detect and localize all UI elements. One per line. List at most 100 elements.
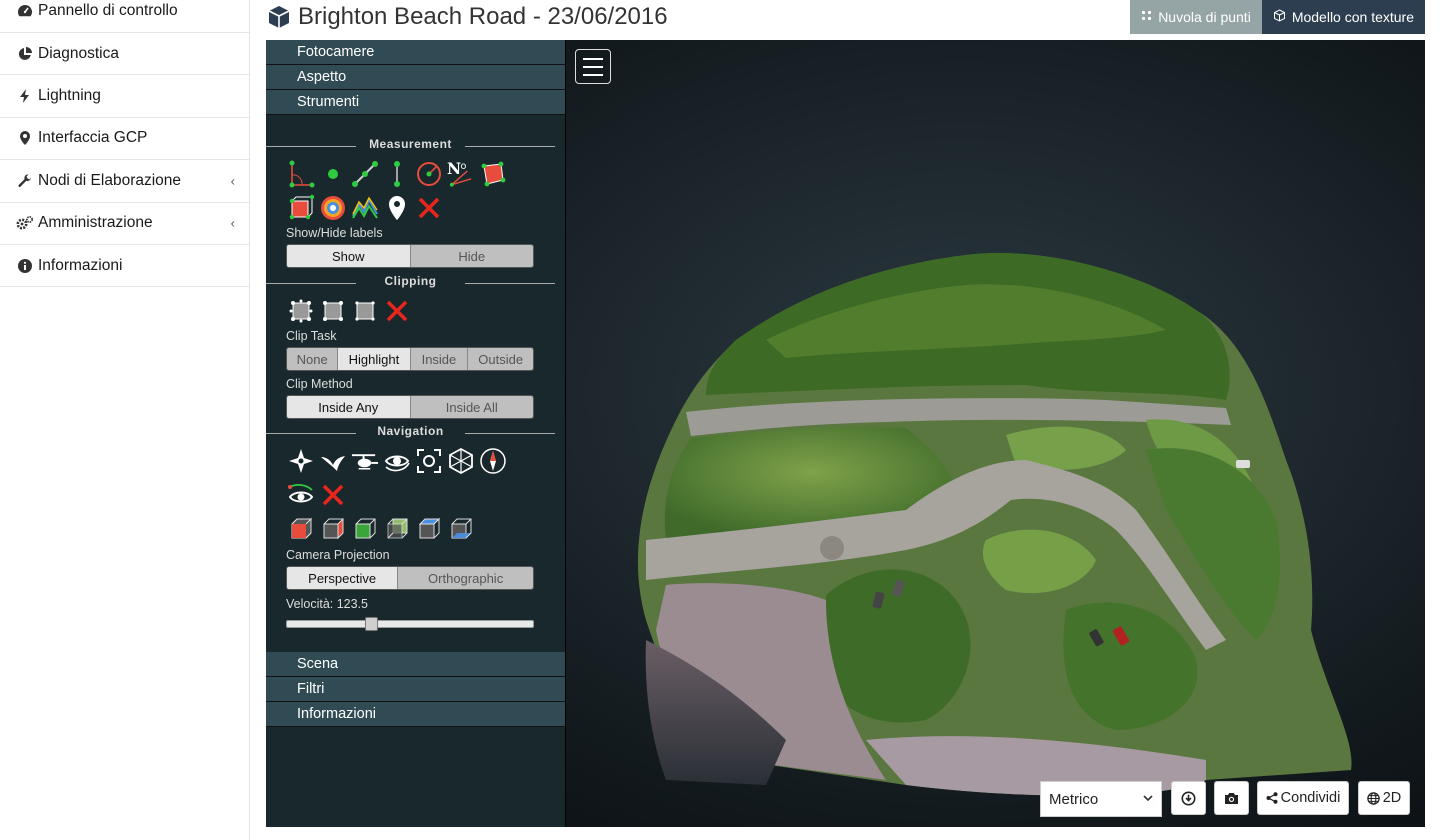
clip-polygon-icon[interactable] [286,296,315,326]
focus-on-selection-icon[interactable] [414,446,443,476]
labels-toggle: Show Hide [286,244,534,268]
sidebar-item-gcp-interface[interactable]: Interfaccia GCP [0,118,249,161]
left-view-icon[interactable] [286,514,315,544]
distance-measure-icon[interactable] [350,159,379,189]
sidebar-item-dashboard[interactable]: Pannello di controllo [0,0,249,33]
sidebar-item-label: Pannello di controllo [38,2,178,19]
units-select[interactable]: Metrico [1040,781,1162,817]
view-cube-row [266,514,565,544]
sidebar-item-label: Informazioni [38,256,123,274]
two-d-button[interactable]: 2D [1358,781,1410,815]
camera-icon [1225,792,1238,804]
camera-animation-icon[interactable] [286,480,315,510]
clip-method-inside-all-option[interactable]: Inside All [410,396,533,418]
hamburger-line [583,73,603,76]
bottom-view-icon[interactable] [446,514,475,544]
screenshot-button[interactable] [1214,781,1249,815]
accordion-filters[interactable]: Filtri [266,677,565,702]
point-measure-icon[interactable] [318,159,347,189]
download-button[interactable] [1171,781,1206,815]
clip-task-none-option[interactable]: None [287,348,339,370]
page-title-text: Brighton Beach Road - 23/06/2016 [298,3,668,30]
remove-clipping-icon[interactable] [382,296,411,326]
measurement-tools-row-1: No [266,159,565,189]
back-view-icon[interactable] [382,514,411,544]
top-view-icon[interactable] [414,514,443,544]
speed-slider-handle[interactable] [364,617,378,631]
chevron-left-icon: ‹ [230,215,235,231]
measurement-section-title: Measurement [266,137,555,155]
compass-icon[interactable] [478,446,507,476]
sidebar-item-label: Nodi di Elaborazione [38,171,182,189]
remove-measurements-icon[interactable] [414,193,443,223]
sidebar-item-label: Amministrazione [38,214,153,232]
area-measure-icon[interactable] [478,159,507,189]
clip-method-caption: Clip Method [286,377,353,391]
earth-controls-icon[interactable] [286,446,315,476]
sphere-volume-icon[interactable] [318,193,347,223]
azimuth-measure-icon[interactable]: No [446,159,475,189]
dots-icon [1141,10,1152,24]
clip-method-inside-any-option[interactable]: Inside Any [287,396,411,418]
orthographic-option[interactable]: Orthographic [398,567,533,589]
height-profile-icon[interactable] [350,193,379,223]
sidebar: Pannello di controllo Diagnostica Lightn… [0,0,250,840]
navigation-tools-row-2 [266,480,565,510]
svg-text:o: o [461,161,467,172]
clip-task-toggle: None Highlight Inside Outside [286,347,534,371]
download-icon [1181,791,1196,805]
height-measure-icon[interactable] [382,159,411,189]
remove-animation-icon[interactable] [318,480,347,510]
bolt-icon [16,87,34,105]
units-selected-value: Metrico [1049,790,1099,808]
point-cloud-button[interactable]: Nuvola di punti [1130,0,1262,34]
accordion-cameras[interactable]: Fotocamere [266,40,565,65]
sidebar-item-info[interactable]: Informazioni [0,245,249,288]
textured-model-label: Modello con texture [1291,9,1414,25]
hide-labels-option[interactable]: Hide [410,245,533,267]
perspective-option[interactable]: Perspective [287,567,399,589]
clip-task-highlight-option[interactable]: Highlight [338,348,411,370]
accordion-appearance[interactable]: Aspetto [266,65,565,90]
speed-slider[interactable] [286,617,534,631]
measurement-tools-row-2 [266,193,565,223]
textured-model-button[interactable]: Modello con texture [1261,0,1425,34]
accordion-scene[interactable]: Scena [266,652,565,677]
map-marker-icon [16,129,34,147]
share-icon [1266,792,1278,804]
point-cloud-label: Nuvola di punti [1158,9,1251,25]
clip-task-outside-option[interactable]: Outside [468,348,533,370]
sidebar-item-label: Interfaccia GCP [38,129,148,147]
potree-viewer[interactable]: Fotocamere Aspetto Strumenti Measurement [266,40,1425,827]
clip-box-icon[interactable] [350,296,379,326]
share-button[interactable]: Condividi [1257,781,1349,815]
right-view-icon[interactable] [318,514,347,544]
annotation-marker-icon[interactable] [382,193,411,223]
sidebar-item-administration[interactable]: Amministrazione ‹ [0,203,249,245]
show-labels-option[interactable]: Show [287,245,411,267]
camera-projection-caption: Camera Projection [286,548,390,562]
cube-icon [268,6,290,28]
helicopter-controls-icon[interactable] [350,446,379,476]
sidebar-item-processing-nodes[interactable]: Nodi di Elaborazione ‹ [0,160,249,203]
share-label: Condividi [1280,790,1341,806]
accordion-tools[interactable]: Strumenti [266,90,565,115]
fly-controls-icon[interactable] [318,446,347,476]
accordion-info[interactable]: Informazioni [266,702,565,727]
front-view-icon[interactable] [350,514,379,544]
camera-projection-toggle: Perspective Orthographic [286,566,534,590]
angle-measure-icon[interactable] [286,159,315,189]
sidebar-item-lightning[interactable]: Lightning [0,75,249,118]
clip-volume-icon[interactable] [318,296,347,326]
clip-task-inside-option[interactable]: Inside [410,348,469,370]
orbit-controls-icon[interactable] [382,446,411,476]
volume-measure-icon[interactable] [286,193,315,223]
circle-measure-icon[interactable] [414,159,443,189]
sidebar-item-diagnostics[interactable]: Diagnostica [0,33,249,76]
sidebar-item-label: Lightning [38,87,101,105]
speed-label: Velocità: 123.5 [286,597,369,611]
sidebar-toggle-button[interactable] [575,49,611,84]
full-extent-icon[interactable] [446,446,475,476]
